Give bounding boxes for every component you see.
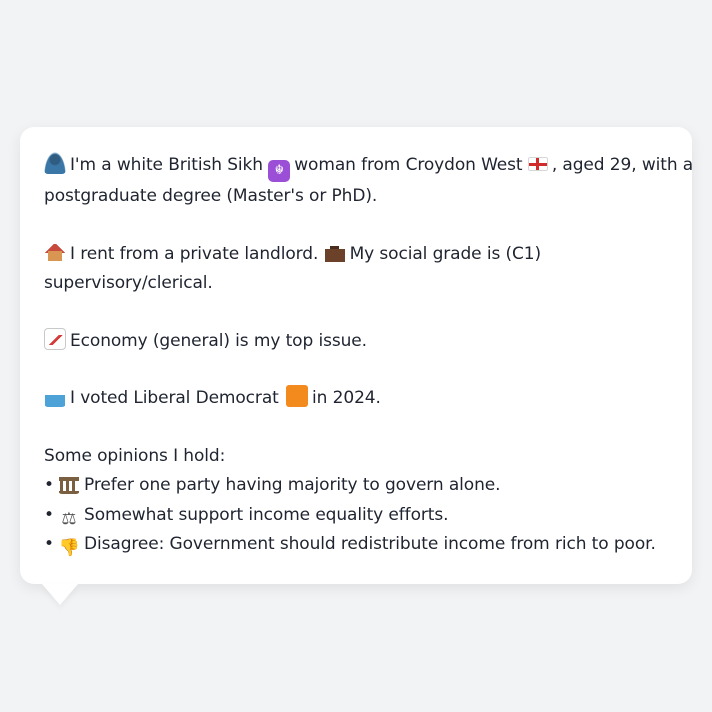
identity-line-1: I'm a white British Sikh ☬ woman from Cro… [44,151,693,182]
opinion-text: Disagree: Government should redistribute… [84,534,656,554]
classical-building-icon [58,472,80,494]
persona-message-bubble: I'm a white British Sikh ☬ woman from Cro… [20,127,693,584]
opinions-heading: Some opinions I hold: [44,445,226,466]
bullet: • [44,534,54,554]
opinion-text: Somewhat support income equality efforts… [84,504,449,525]
house-icon [44,240,66,263]
briefcase-icon [323,240,346,263]
balance-scale-icon: ⚖ [61,508,77,529]
opinion-item: • 👎 Disagree: Government should redistribu… [44,530,668,560]
opinion-item: • ⚖ Somewhat support income equality effor… [44,501,668,531]
person-icon [44,152,66,174]
bullet: • [44,475,54,495]
issue-paragraph: Economy (general) is my top issue. [44,327,668,357]
social-grade-text: My social grade is (C1) [349,243,542,264]
housing-text: I rent from a private landlord. [70,243,319,264]
housing-line-2: supervisory/clerical. [44,273,213,293]
identity-paragraph: I'm a white British Sikh ☬ woman from Cro… [44,151,693,212]
khanda-icon: ☬ [268,160,291,182]
housing-line-1: I rent from a private landlord. My socia… [44,240,668,270]
bullet: • [44,504,54,525]
opinion-text: Prefer one party having majority to gove… [84,475,501,495]
thumbs-down-icon: 👎 [58,538,80,558]
identity-text: I'm a white British Sikh [70,155,263,175]
vote-line: I voted Liberal Democrat in 2024. [44,384,668,414]
opinions-section: Some opinions I hold: • Prefer one party … [44,442,668,560]
vote-text: I voted Liberal Democrat [70,388,279,408]
ballot-box-icon [44,385,66,407]
identity-line-2: postgraduate degree (Master's or PhD). [44,186,378,206]
england-flag-icon [527,157,548,171]
opinion-item: • Prefer one party having majority to gov… [44,471,668,501]
issue-line: Economy (general) is my top issue. [44,327,668,357]
identity-text-location: woman from Croydon West [294,155,523,175]
identity-text-age: , aged 29, with a [551,155,694,175]
bubble-tail [42,584,78,605]
housing-paragraph: I rent from a private landlord. My socia… [44,240,668,299]
vote-paragraph: I voted Liberal Democrat in 2024. [44,384,668,414]
vote-year-text: in 2024. [312,388,381,408]
chart-icon [44,327,66,350]
orange-square-icon [286,385,309,407]
issue-text: Economy (general) is my top issue. [70,330,367,351]
